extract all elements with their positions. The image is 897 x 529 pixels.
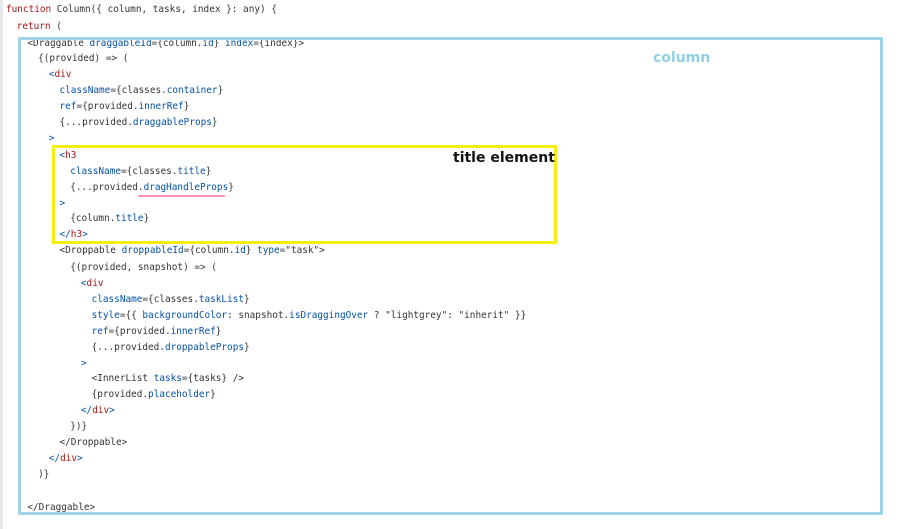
code-viewer: function Column({ column, tasks, index }… (0, 0, 897, 529)
code-line: return ( (17, 20, 62, 34)
code-token: Column({ column, tasks, index }: any) { (51, 4, 277, 15)
code-line: function Column({ column, tasks, index }… (6, 3, 277, 17)
column-annotation-label: column (653, 50, 711, 66)
drag-handle-props-underline (138, 195, 225, 197)
code-token: function (6, 4, 52, 15)
code-token: return (16, 21, 51, 32)
code-token: ( (50, 21, 62, 32)
editor-gutter (0, 0, 3, 529)
column-highlight-box (18, 37, 883, 515)
title-element-annotation-label: title element (453, 150, 555, 166)
